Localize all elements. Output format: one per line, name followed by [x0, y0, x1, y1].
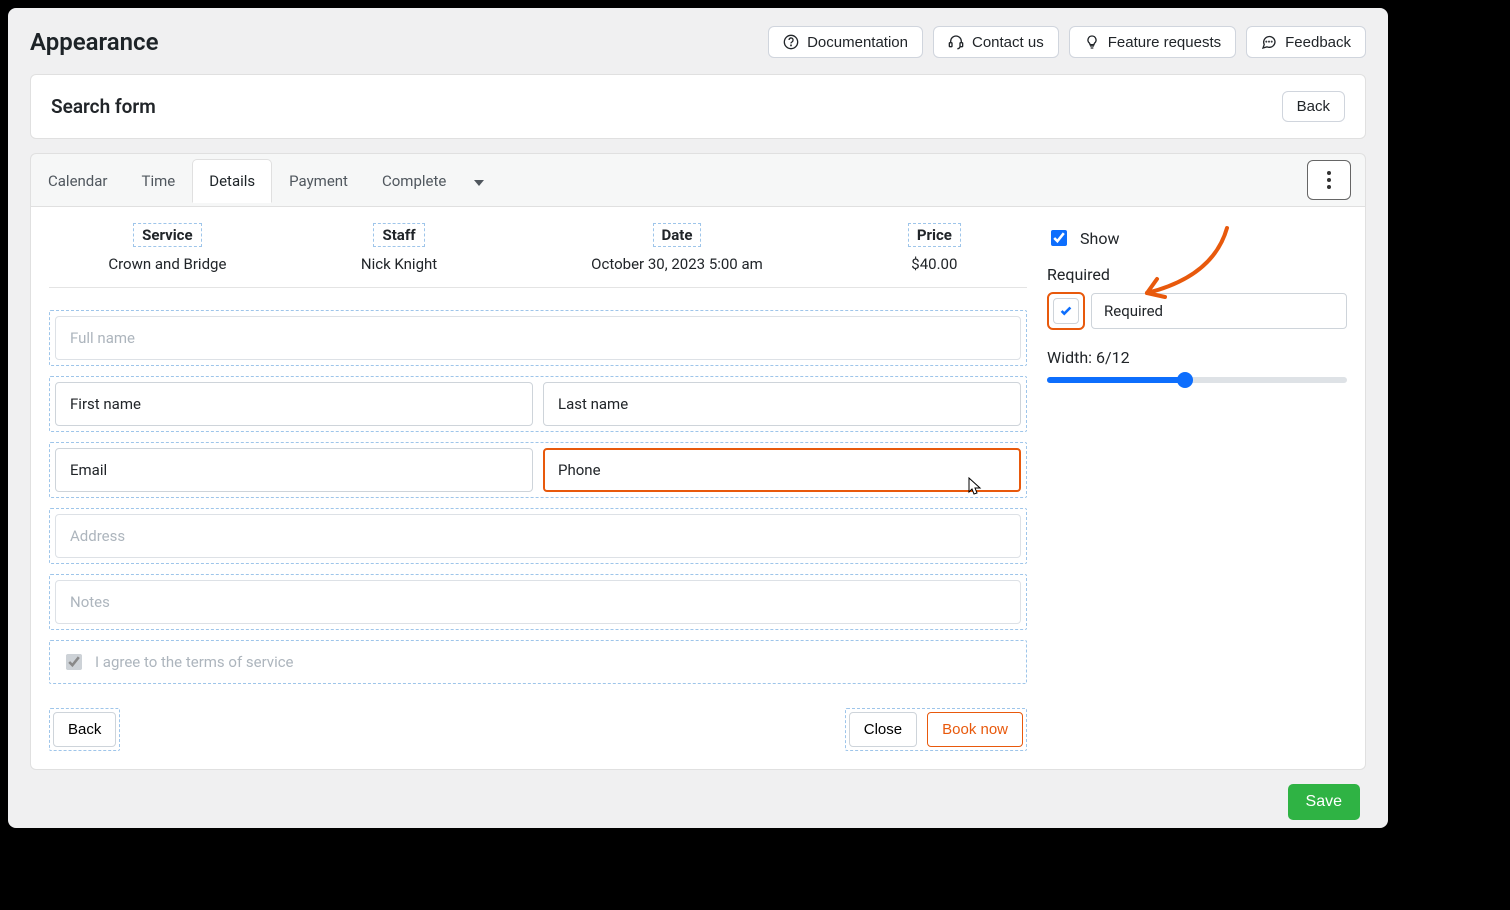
main-panel: Service Crown and Bridge Staff Nick Knig… [30, 207, 1366, 770]
chat-icon [1261, 34, 1277, 50]
tab-complete[interactable]: Complete [365, 159, 463, 202]
properties-sidebar: Show Required Required Width: 6/12 [1047, 223, 1347, 751]
documentation-label: Documentation [807, 35, 908, 50]
required-checkbox-highlight [1047, 292, 1085, 330]
field-row-notes[interactable]: Notes [49, 574, 1027, 630]
form-preview: Service Crown and Bridge Staff Nick Knig… [49, 223, 1027, 751]
bulb-icon [1084, 34, 1100, 50]
summary-row: Service Crown and Bridge Staff Nick Knig… [49, 223, 1027, 288]
summary-service-label: Service [133, 223, 201, 247]
summary-date[interactable]: Date October 30, 2023 5:00 am [512, 223, 841, 273]
cursor-icon [968, 477, 984, 497]
fullname-field[interactable]: Full name [55, 316, 1021, 360]
book-now-button[interactable]: Book now [927, 712, 1023, 747]
notes-field[interactable]: Notes [55, 580, 1021, 624]
width-slider[interactable] [1047, 377, 1347, 383]
show-checkbox[interactable] [1051, 230, 1067, 246]
field-row-fullname[interactable]: Full name [49, 310, 1027, 366]
feedback-label: Feedback [1285, 35, 1351, 50]
required-row: Required [1047, 292, 1347, 330]
search-form-panel: Search form Back [30, 74, 1366, 139]
width-slider-thumb[interactable] [1177, 372, 1193, 388]
field-row-address[interactable]: Address [49, 508, 1027, 564]
right-actions: Close Book now [845, 708, 1027, 751]
show-toggle-row: Show [1047, 227, 1347, 249]
header-buttons: Documentation Contact us Feature request… [768, 26, 1366, 58]
summary-date-label: Date [653, 223, 702, 247]
back-button-top[interactable]: Back [1282, 91, 1345, 122]
last-name-field[interactable]: Last name [543, 382, 1021, 426]
email-field[interactable]: Email [55, 448, 533, 492]
summary-staff[interactable]: Staff Nick Knight [286, 223, 512, 273]
field-row-contact[interactable]: Email Phone [49, 442, 1027, 498]
tab-calendar[interactable]: Calendar [31, 159, 125, 202]
close-button[interactable]: Close [849, 712, 917, 747]
phone-field[interactable]: Phone [543, 448, 1021, 492]
contact-button[interactable]: Contact us [933, 26, 1059, 58]
summary-date-value: October 30, 2023 5:00 am [591, 255, 763, 273]
summary-service-value: Crown and Bridge [108, 255, 226, 273]
tabs-bar: Calendar Time Details Payment Complete [30, 153, 1366, 207]
summary-service[interactable]: Service Crown and Bridge [49, 223, 286, 273]
search-form-title: Search form [51, 95, 156, 118]
page-title: Appearance [30, 28, 159, 56]
summary-price[interactable]: Price $40.00 [842, 223, 1027, 273]
width-slider-fill [1047, 377, 1185, 383]
feedback-button[interactable]: Feedback [1246, 26, 1366, 58]
show-label: Show [1080, 229, 1119, 248]
save-button[interactable]: Save [1288, 784, 1360, 820]
caret-down-icon [474, 180, 484, 186]
tab-details[interactable]: Details [192, 159, 272, 203]
form-actions: Back Close Book now [49, 708, 1027, 751]
terms-row[interactable]: I agree to the terms of service [49, 640, 1027, 684]
required-checkbox[interactable] [1053, 298, 1079, 324]
field-row-names[interactable]: First name Last name [49, 376, 1027, 432]
summary-price-label: Price [908, 223, 961, 247]
required-heading: Required [1047, 265, 1347, 284]
form-back-button[interactable]: Back [53, 712, 116, 747]
address-field[interactable]: Address [55, 514, 1021, 558]
first-name-field[interactable]: First name [55, 382, 533, 426]
tab-payment[interactable]: Payment [272, 159, 365, 202]
feature-label: Feature requests [1108, 35, 1221, 50]
required-label-input[interactable]: Required [1091, 293, 1347, 329]
footer-bar: Save [30, 770, 1366, 820]
tab-more[interactable] [463, 159, 495, 202]
summary-price-value: $40.00 [911, 255, 957, 273]
width-label: Width: 6/12 [1047, 348, 1347, 367]
help-icon [783, 34, 799, 50]
summary-staff-label: Staff [373, 223, 424, 247]
terms-checkbox[interactable] [66, 654, 82, 670]
more-options-button[interactable] [1307, 160, 1351, 200]
ellipsis-vertical-icon [1327, 171, 1331, 189]
headset-icon [948, 34, 964, 50]
feature-requests-button[interactable]: Feature requests [1069, 26, 1236, 58]
documentation-button[interactable]: Documentation [768, 26, 923, 58]
tab-time[interactable]: Time [125, 159, 193, 202]
terms-label: I agree to the terms of service [95, 653, 294, 671]
contact-label: Contact us [972, 35, 1044, 50]
summary-staff-value: Nick Knight [361, 255, 437, 273]
back-wrap: Back [49, 708, 120, 751]
